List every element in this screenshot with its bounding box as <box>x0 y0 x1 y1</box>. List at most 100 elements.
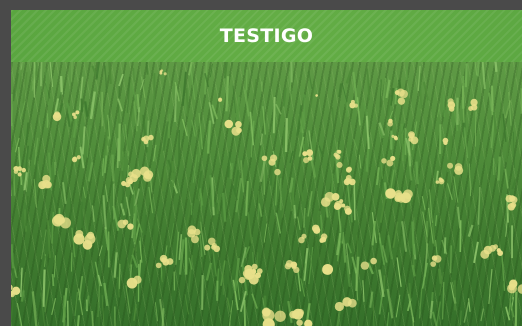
grass-blade <box>281 189 288 218</box>
grass-blade <box>138 259 142 277</box>
grass-blade <box>25 145 30 171</box>
grass-blade <box>413 217 416 230</box>
flower-blossom <box>187 225 197 235</box>
panel-title: TESTIGO <box>219 25 314 47</box>
grass-blade <box>460 310 462 325</box>
grass-blade <box>385 79 391 99</box>
flower-blossom <box>346 166 353 172</box>
flower-blossom <box>334 301 344 312</box>
grass-blade <box>13 73 20 102</box>
grass-blade <box>143 214 148 236</box>
flower-blossom <box>21 167 26 173</box>
grass-blade <box>457 206 462 229</box>
grass-blade <box>514 291 518 326</box>
grass-blade <box>209 63 214 78</box>
grass-blade <box>497 156 501 181</box>
grass-blade <box>87 162 94 182</box>
grass-blade <box>332 107 335 140</box>
flower-blossom <box>454 163 463 171</box>
flower-blossom <box>122 219 129 225</box>
grass-blade <box>186 205 192 225</box>
flower-blossom <box>331 193 340 201</box>
grass-blade <box>80 98 84 112</box>
grass-blade <box>411 221 416 255</box>
flower-blossom <box>315 94 318 97</box>
grass-blade <box>492 111 498 134</box>
flower-blossom <box>343 178 351 186</box>
grass-blade <box>108 62 112 85</box>
flower-blossom <box>163 72 167 76</box>
grass-blade <box>58 91 63 103</box>
grass-blade <box>310 178 315 193</box>
grass-blade <box>229 162 234 180</box>
flower-blossom <box>395 190 402 197</box>
flower-blossom <box>320 197 331 207</box>
flower-blossom <box>303 157 310 164</box>
grass-blade <box>318 145 324 158</box>
grass-blade <box>505 213 509 237</box>
grass-blade <box>302 94 306 130</box>
flower-blossom <box>242 269 251 278</box>
flower-blossom <box>13 165 19 172</box>
grass-blade <box>435 240 438 257</box>
grass-blade <box>396 257 402 287</box>
grass-blade <box>481 62 486 89</box>
grass-blade <box>453 226 458 254</box>
grass-blade <box>95 62 101 80</box>
grass-blade <box>341 231 347 263</box>
grass-blade <box>297 269 302 292</box>
grass-blade <box>319 214 323 237</box>
flower-blossom <box>447 98 454 105</box>
flower-blossom <box>72 112 76 117</box>
grass-blade <box>453 176 459 203</box>
grass-blade <box>103 282 109 307</box>
grass-blade <box>231 260 238 276</box>
flower-blossom <box>75 229 84 238</box>
flower-blossom <box>155 262 162 269</box>
grass-blade <box>25 122 29 146</box>
flower-blossom <box>231 126 241 136</box>
panel-header: TESTIGO <box>11 10 522 62</box>
grass-blade <box>25 195 29 226</box>
grass-blade <box>83 101 89 117</box>
flower-blossom <box>121 180 127 186</box>
grass-blade <box>102 195 107 230</box>
grass-blade <box>464 63 468 88</box>
grass-blade <box>446 183 453 200</box>
grass-blade <box>421 196 426 211</box>
flower-blossom <box>320 233 328 240</box>
grass-blade <box>490 306 494 326</box>
flower-blossom <box>397 97 406 105</box>
grass-blade <box>39 153 44 165</box>
grass-blade <box>16 303 23 326</box>
grass-blade <box>39 62 43 87</box>
grass-blade <box>298 175 304 202</box>
grass-blade <box>118 263 121 290</box>
grass-blade <box>136 107 141 127</box>
grass-blade <box>310 158 317 178</box>
grass-blade <box>243 89 250 117</box>
grass-blade <box>511 178 517 190</box>
grass-blade <box>468 298 471 312</box>
grass-blade <box>379 180 384 196</box>
grass-blade <box>98 245 103 257</box>
grass-blade <box>275 103 282 115</box>
grass-blade <box>118 73 124 87</box>
grass-blade <box>345 190 349 207</box>
flower-blossom <box>274 168 281 176</box>
grass-blade <box>133 304 137 321</box>
grass-blade <box>181 118 188 137</box>
grass-blade <box>463 127 469 159</box>
flower-blossom <box>408 131 415 139</box>
grass-blade <box>338 83 342 98</box>
grass-blade <box>436 102 441 118</box>
image-panel: TESTIGO <box>11 10 522 326</box>
grass-blade <box>245 69 248 91</box>
grass-blade <box>192 154 198 183</box>
grass-blade <box>129 264 133 279</box>
grass-blade <box>31 291 38 326</box>
grass-blade <box>185 87 189 117</box>
grass-blade <box>82 186 86 199</box>
grass-blade <box>275 212 282 234</box>
grass-blade <box>353 138 358 150</box>
